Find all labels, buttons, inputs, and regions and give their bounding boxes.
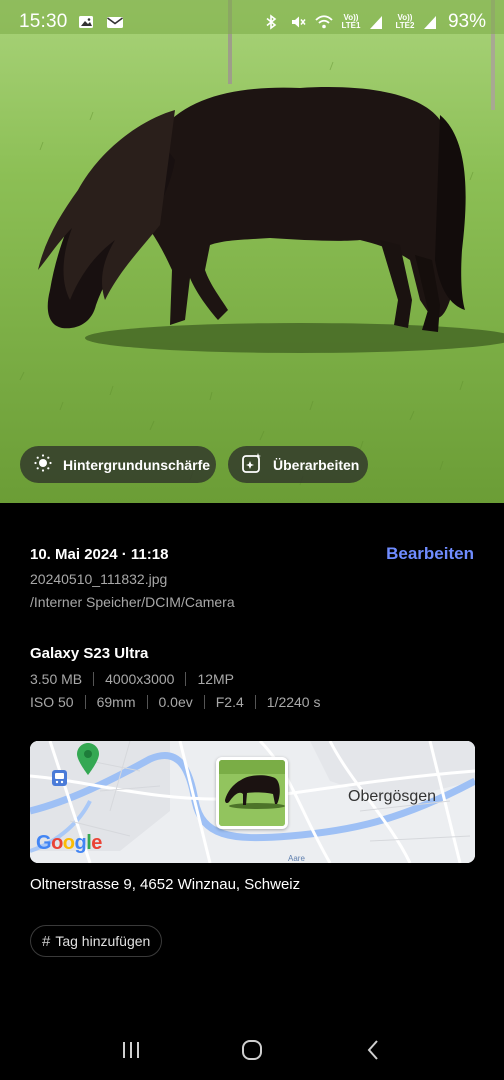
battery-level: 93%	[447, 11, 486, 32]
bluetooth-icon	[265, 14, 283, 30]
exposure-value: 0.0ev	[158, 694, 193, 710]
home-button[interactable]	[232, 1032, 272, 1072]
date-row: 10. Mai 2024 · 11:18 Bearbeiten	[30, 544, 474, 564]
home-icon	[241, 1039, 263, 1066]
signal-icon	[423, 14, 441, 30]
file-path: /Interner Speicher/DCIM/Camera	[30, 594, 235, 610]
pony-photo	[0, 0, 504, 503]
iso: ISO 50	[30, 694, 74, 710]
file-info-row: 3.50 MB 4000x3000 12MP	[30, 671, 234, 687]
add-tag-button[interactable]: # Tag hinzufügen	[30, 925, 162, 957]
divider	[93, 672, 95, 686]
hash-icon: #	[42, 932, 51, 950]
resolution: 4000x3000	[105, 671, 175, 687]
file-size: 3.50 MB	[30, 671, 83, 687]
aperture: F2.4	[215, 694, 244, 710]
background-blur-label: Hintergrundunschärfe	[63, 456, 211, 473]
status-bar: 15:30 Vo)) LTE1 Vo)) LTE2 93%	[0, 0, 504, 44]
location-map[interactable]: Aare Obergösgen Google	[30, 741, 475, 863]
google-logo: Google	[36, 832, 102, 854]
divider	[254, 695, 256, 709]
back-button[interactable]	[353, 1032, 393, 1072]
background-blur-button[interactable]: Hintergrundunschärfe	[20, 446, 216, 483]
divider	[185, 672, 187, 686]
sim2-label: Vo)) LTE2	[395, 13, 415, 30]
map-photo-thumbnail[interactable]	[216, 757, 288, 829]
location-address: Oltnerstrasse 9, 4652 Winznau, Schweiz	[30, 876, 301, 893]
focal-length: 69mm	[96, 694, 136, 710]
divider	[146, 695, 148, 709]
map-place-label: Obergösgen	[348, 788, 437, 805]
recent-apps-icon	[120, 1040, 142, 1065]
divider	[203, 695, 205, 709]
recent-apps-button[interactable]	[111, 1032, 151, 1072]
background-blur-icon	[33, 453, 53, 476]
shutter-speed: 1/2240 s	[266, 694, 321, 710]
river-label: Aare	[288, 854, 305, 863]
divider	[84, 695, 86, 709]
camera-info-row: ISO 50 69mm 0.0ev F2.4 1/2240 s	[30, 694, 320, 710]
navigation-bar	[0, 1024, 504, 1080]
add-tag-label: Tag hinzufügen	[55, 933, 151, 949]
file-name: 20240510_111832.jpg	[30, 571, 168, 587]
edit-details-button[interactable]: Bearbeiten	[386, 544, 474, 564]
rework-label: Überarbeiten	[273, 456, 360, 473]
capture-date: 10. Mai 2024 · 11:18	[30, 545, 169, 563]
mute-icon	[290, 14, 308, 30]
rework-button[interactable]: Überarbeiten	[228, 446, 368, 483]
sparkle-edit-icon	[241, 452, 263, 477]
status-time: 15:30	[19, 11, 68, 32]
back-icon	[366, 1039, 380, 1066]
megapixels: 12MP	[197, 671, 235, 687]
pony-thumbnail	[219, 760, 285, 826]
photo-viewer[interactable]	[0, 0, 504, 503]
wifi-icon	[315, 14, 333, 30]
signal-icon	[369, 14, 387, 30]
mail-icon	[106, 14, 124, 30]
image-icon	[78, 14, 96, 30]
device-name: Galaxy S23 Ultra	[30, 645, 149, 662]
sim1-label: Vo)) LTE1	[341, 13, 361, 30]
